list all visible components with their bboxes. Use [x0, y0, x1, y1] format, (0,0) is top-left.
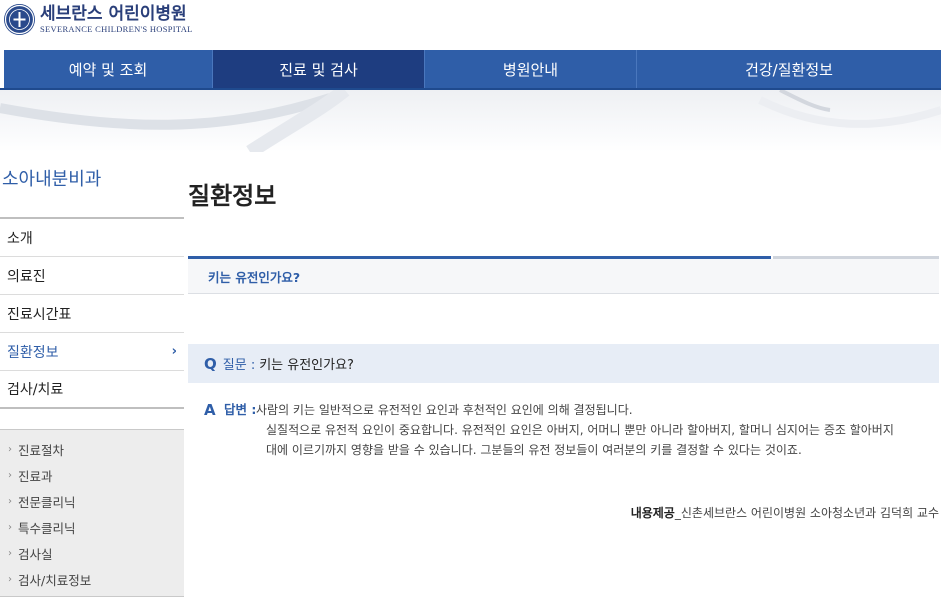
answer-line: 사람의 키는 일반적으로 유전적인 요인과 후천적인 요인에 의해 결정됩니다.: [256, 403, 633, 417]
answer-line: 실질적으로 유전적 요인이 중요합니다. 유전적인 요인은 아버지, 어머니 뿐…: [266, 423, 894, 437]
question-text: 키는 유전인가요?: [259, 358, 354, 373]
logo-name-korean: 세브란스 어린이병원: [40, 4, 187, 24]
sidebar-item-doctors[interactable]: 의료진: [0, 257, 184, 295]
sub-menu-label: 전문클리닉: [18, 494, 76, 510]
bullet-icon: ›: [8, 521, 12, 533]
sub-menu-item-test-info[interactable]: › 검사/치료정보: [0, 566, 184, 592]
hospital-logo[interactable]: 세브란스 어린이병원 SEVERANCE CHILDREN'S HOSPITAL: [4, 4, 193, 35]
sub-menu-item-specialty-clinic[interactable]: › 전문클리닉: [0, 488, 184, 514]
sub-menu-label: 검사/치료정보: [18, 572, 92, 588]
sidebar-item-label: 검사/치료: [7, 382, 64, 398]
sidebar-item-label: 진료시간표: [7, 306, 72, 323]
gnb-item-hospital-info[interactable]: 병원안내: [424, 50, 636, 88]
sub-menu-item-special-clinic[interactable]: › 특수클리닉: [0, 514, 184, 540]
article-subject: 키는 유전인가요?: [188, 259, 939, 294]
sidebar-navigation: 소아내분비과 소개 의료진 진료시간표 질환정보 › 검사/치료 › 진료절차 …: [0, 152, 184, 597]
bullet-icon: ›: [8, 573, 12, 585]
sidebar-title: 소아내분비과: [0, 152, 184, 219]
sub-menu-item-departments[interactable]: › 진료과: [0, 462, 184, 488]
gnb-item-health-info[interactable]: 건강/질환정보: [636, 50, 941, 88]
sub-menu-label: 진료과: [18, 468, 53, 484]
gnb-item-treatment[interactable]: 진료 및 검사: [212, 50, 424, 88]
sub-menu-label: 특수클리닉: [18, 520, 76, 536]
visual-banner: [0, 90, 941, 152]
sub-menu-label: 진료절차: [18, 442, 65, 458]
question-box: Q 질문 : 키는 유전인가요?: [188, 344, 939, 383]
chevron-right-icon: ›: [171, 344, 177, 359]
credit-label: 내용제공: [630, 506, 675, 520]
answer-label: 답변 :: [224, 402, 257, 417]
hospital-emblem-icon: [4, 4, 35, 35]
sub-menu-item-procedure[interactable]: › 진료절차: [0, 436, 184, 462]
bullet-icon: ›: [8, 469, 12, 481]
gnb-item-reservation[interactable]: 예약 및 조회: [0, 50, 212, 88]
question-mark-icon: Q: [204, 354, 217, 373]
content-credit: 내용제공_신촌세브란스 어린이병원 소아청소년과 김덕희 교수: [631, 504, 939, 521]
sidebar-item-schedule[interactable]: 진료시간표: [0, 295, 184, 333]
sidebar-item-label: 질환정보: [7, 344, 59, 361]
sidebar-sub-menu: › 진료절차 › 진료과 › 전문클리닉 › 특수클리닉 › 검사실 › 검사/…: [0, 429, 184, 597]
page-title: 질환정보: [188, 182, 277, 210]
logo-name-english: SEVERANCE CHILDREN'S HOSPITAL: [40, 24, 193, 34]
sidebar-item-intro[interactable]: 소개: [0, 219, 184, 257]
bullet-icon: ›: [8, 495, 12, 507]
sidebar-item-label: 의료진: [7, 268, 46, 285]
sub-menu-item-lab[interactable]: › 검사실: [0, 540, 184, 566]
bullet-icon: ›: [8, 443, 12, 455]
credit-text: _신촌세브란스 어린이병원 소아청소년과 김덕희 교수: [674, 506, 939, 520]
bullet-icon: ›: [8, 547, 12, 559]
sidebar-item-disease-info[interactable]: 질환정보 ›: [0, 333, 184, 371]
main-navigation: 예약 및 조회 진료 및 검사 병원안내 건강/질환정보: [0, 50, 941, 90]
answer-line: 대에 이르기까지 영향을 받을 수 있습니다. 그분들의 유전 정보들이 여러분…: [266, 443, 802, 457]
sidebar-item-label: 소개: [7, 230, 33, 247]
site-header: 세브란스 어린이병원 SEVERANCE CHILDREN'S HOSPITAL: [0, 0, 941, 50]
sub-menu-label: 검사실: [18, 546, 53, 562]
answer-mark-icon: A: [204, 401, 216, 419]
sidebar-item-tests[interactable]: 검사/치료: [0, 371, 184, 409]
banner-swoosh-graphic: [0, 90, 941, 152]
question-label: 질문 :: [222, 358, 256, 373]
